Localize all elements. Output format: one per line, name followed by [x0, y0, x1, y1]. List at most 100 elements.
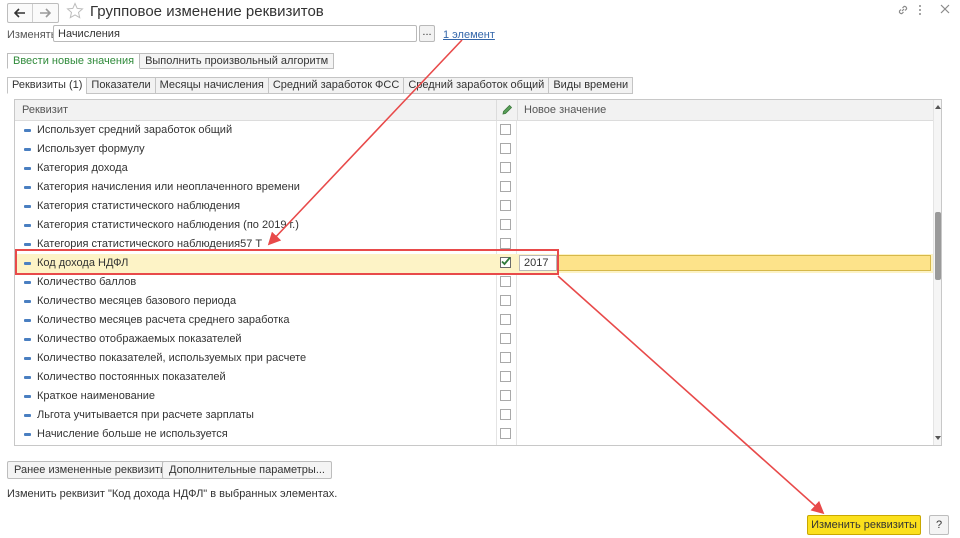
help-button[interactable]: ? — [929, 515, 949, 535]
header-new-value[interactable]: Новое значение — [524, 100, 606, 120]
change-checkbox[interactable] — [500, 409, 511, 420]
requisite-name: Льгота учитывается при расчете зарплаты — [37, 409, 254, 421]
requisite-name: Код дохода НДФЛ — [37, 257, 129, 269]
enter-new-values-button[interactable]: Ввести новые значения — [7, 53, 141, 69]
window-title: Групповое изменение реквизитов — [90, 3, 324, 20]
tab-requisites[interactable]: Реквизиты (1) — [7, 77, 87, 94]
requisites-table: Реквизит Новое значение Использует средн… — [14, 99, 942, 446]
mode-switch: Ввести новые значения Выполнить произвол… — [7, 53, 335, 69]
new-value-cell[interactable] — [519, 255, 931, 271]
change-checkbox-checked[interactable] — [500, 256, 511, 268]
change-checkbox[interactable] — [500, 333, 511, 344]
table-row[interactable]: Использует формулу — [15, 140, 933, 159]
requisite-icon — [24, 129, 31, 132]
new-value-input[interactable]: 2017 — [519, 255, 557, 271]
requisite-icon — [24, 319, 31, 322]
close-icon[interactable] — [940, 4, 950, 17]
requisite-name: Начисление больше не используется — [37, 428, 228, 440]
table-row-partial[interactable] — [15, 444, 933, 445]
requisite-icon — [24, 167, 31, 170]
requisite-name: Использует средний заработок общий — [37, 124, 233, 136]
table-row[interactable]: Краткое наименование — [15, 387, 933, 406]
requisite-name: Количество месяцев базового периода — [37, 295, 237, 307]
requisite-icon — [24, 148, 31, 151]
requisite-name: Количество постоянных показателей — [37, 371, 226, 383]
scroll-up-icon[interactable] — [935, 105, 941, 109]
tab-avg-earnings-fss[interactable]: Средний заработок ФСС — [267, 77, 404, 94]
change-checkbox[interactable] — [500, 162, 511, 173]
table-row[interactable]: Категория статистического наблюдения (по… — [15, 216, 933, 235]
requisite-name: Категория статистического наблюдения (по… — [37, 219, 299, 231]
change-checkbox[interactable] — [500, 219, 511, 230]
change-checkbox[interactable] — [500, 295, 511, 306]
requisite-icon — [24, 338, 31, 341]
requisite-name: Категория статистического наблюдения57 Т — [37, 238, 263, 250]
recent-requisites-label: Ранее измененные реквизиты — [14, 464, 168, 476]
requisite-name: Использует формулу — [37, 143, 145, 155]
checkmark-icon — [501, 256, 511, 266]
table-row[interactable]: Категория дохода — [15, 159, 933, 178]
change-checkbox[interactable] — [500, 143, 511, 154]
requisite-name: Категория начисления или неоплаченного в… — [37, 181, 300, 193]
table-row[interactable]: Количество отображаемых показателей — [15, 330, 933, 349]
nav-buttons — [7, 3, 59, 23]
change-checkbox[interactable] — [500, 181, 511, 192]
change-checkbox[interactable] — [500, 390, 511, 401]
change-checkbox[interactable] — [500, 371, 511, 382]
vertical-scrollbar[interactable] — [933, 100, 941, 445]
header-edit-column[interactable] — [496, 100, 518, 120]
edit-label: Изменять: — [7, 29, 60, 41]
select-button[interactable]: ... — [419, 25, 435, 42]
table-row[interactable]: Льгота учитывается при расчете зарплаты — [15, 406, 933, 425]
table-row[interactable]: Категория статистического наблюдения57 Т — [15, 235, 933, 254]
table-row[interactable]: Использует средний заработок общий — [15, 121, 933, 140]
favorite-star-icon[interactable] — [66, 2, 84, 23]
more-icon[interactable] — [918, 4, 922, 19]
table-row[interactable]: Количество месяцев расчета среднего зара… — [15, 311, 933, 330]
change-checkbox[interactable] — [500, 200, 511, 211]
table-row[interactable]: Категория начисления или неоплаченного в… — [15, 178, 933, 197]
requisite-icon — [24, 281, 31, 284]
tab-accrual-months[interactable]: Месяцы начисления — [154, 77, 268, 94]
tab-time-types[interactable]: Виды времени — [548, 77, 634, 94]
table-row[interactable]: Количество месяцев базового периода — [15, 292, 933, 311]
table-row[interactable]: Количество баллов — [15, 273, 933, 292]
link-icon[interactable] — [897, 4, 909, 19]
apply-changes-button[interactable]: Изменить реквизиты — [807, 515, 921, 535]
requisite-name: Категория статистического наблюдения — [37, 200, 241, 212]
tab-indicators[interactable]: Показатели — [86, 77, 155, 94]
table-row[interactable]: Количество постоянных показателей — [15, 368, 933, 387]
table-header: Реквизит Новое значение — [15, 100, 933, 121]
requisite-icon — [24, 395, 31, 398]
requisite-icon — [24, 300, 31, 303]
requisite-name: Количество показателей, используемых при… — [37, 352, 307, 364]
header-requisite[interactable]: Реквизит — [22, 100, 68, 120]
requisite-icon — [24, 243, 31, 246]
requisite-icon — [24, 376, 31, 379]
requisite-name: Количество отображаемых показателей — [37, 333, 242, 345]
run-algorithm-button[interactable]: Выполнить произвольный алгоритм — [140, 53, 335, 69]
table-row-selected[interactable]: Код дохода НДФЛ 2017 — [15, 254, 933, 273]
extra-parameters-button[interactable]: Дополнительные параметры... — [162, 461, 332, 479]
change-checkbox[interactable] — [500, 428, 511, 439]
back-button[interactable] — [8, 4, 33, 22]
element-count-link[interactable]: 1 элемент — [443, 29, 495, 41]
table-row[interactable]: Количество показателей, используемых при… — [15, 349, 933, 368]
change-checkbox[interactable] — [500, 352, 511, 363]
table-row[interactable]: Категория статистического наблюдения — [15, 197, 933, 216]
change-checkbox[interactable] — [500, 124, 511, 135]
change-checkbox[interactable] — [500, 238, 511, 249]
scroll-thumb[interactable] — [935, 212, 941, 280]
scroll-down-icon[interactable] — [935, 436, 941, 440]
requisite-icon — [24, 357, 31, 360]
tab-avg-earnings-general[interactable]: Средний заработок общий — [403, 77, 549, 94]
requisite-name: Количество баллов — [37, 276, 137, 288]
tab-bar: Реквизиты (1) Показатели Месяцы начислен… — [7, 77, 634, 94]
change-checkbox[interactable] — [500, 276, 511, 287]
change-checkbox[interactable] — [500, 314, 511, 325]
requisite-icon — [24, 433, 31, 436]
requisite-icon — [24, 262, 31, 265]
forward-button[interactable] — [33, 4, 57, 22]
objects-type-input[interactable]: Начисления — [53, 25, 417, 42]
table-row[interactable]: Начисление больше не используется — [15, 425, 933, 444]
